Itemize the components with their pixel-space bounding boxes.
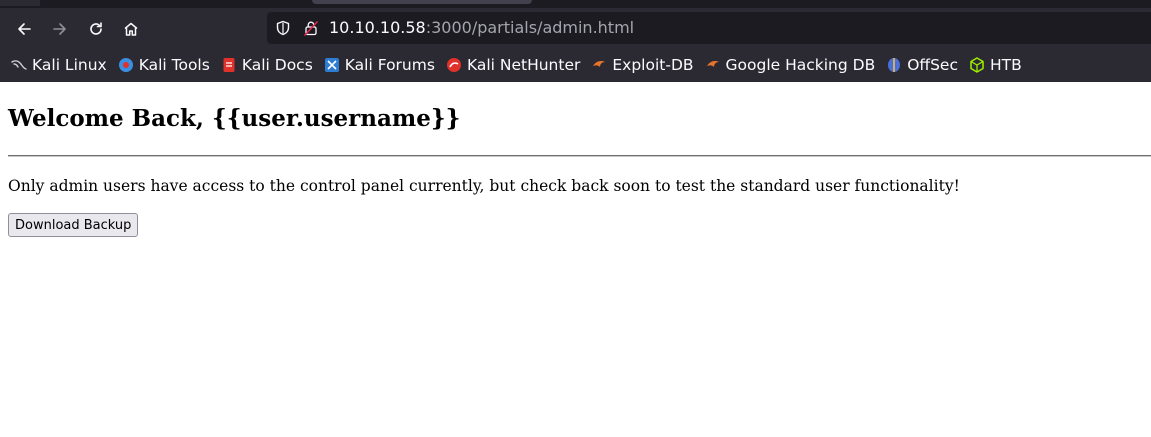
forward-button[interactable] xyxy=(45,14,75,44)
arrow-right-icon xyxy=(53,23,66,35)
exploit-db-icon xyxy=(591,57,607,73)
kali-nethunter-icon xyxy=(446,57,462,73)
insecure-lock-icon[interactable] xyxy=(302,19,320,37)
kali-tools-icon xyxy=(118,57,134,73)
url-host: 10.10.10.58 xyxy=(329,18,426,37)
url-path: :3000/partials/admin.html xyxy=(425,18,635,37)
info-message: Only admin users have access to the cont… xyxy=(8,177,960,195)
divider xyxy=(8,155,1151,157)
reload-icon xyxy=(90,22,102,35)
bookmark-label: Kali Docs xyxy=(241,56,313,74)
bookmark-label: Kali Linux xyxy=(32,56,107,74)
download-backup-button[interactable]: Download Backup xyxy=(8,213,139,237)
ghdb-icon xyxy=(705,57,721,73)
bookmark-label: Kali Forums xyxy=(344,56,435,74)
shield-icon[interactable] xyxy=(274,19,292,37)
bookmark-kali-forums[interactable]: Kali Forums xyxy=(321,52,439,78)
home-icon xyxy=(124,22,138,36)
url-text[interactable]: 10.10.10.58:3000/partials/admin.html xyxy=(329,18,634,38)
page-content: Welcome Back, {{user.username}} Only adm… xyxy=(0,82,1151,437)
bookmark-label: Google Hacking DB xyxy=(725,56,876,74)
back-button[interactable] xyxy=(9,14,39,44)
active-tab[interactable] xyxy=(312,0,532,4)
bookmark-label: Exploit-DB xyxy=(612,56,694,74)
kali-dragon-icon xyxy=(11,57,27,73)
kali-docs-icon xyxy=(221,57,237,73)
bookmark-label: HTB xyxy=(990,56,1022,74)
bookmarks-toolbar: Kali Linux Kali Tools Kali Docs Kali For… xyxy=(8,52,1030,78)
bookmark-kali-nethunter[interactable]: Kali NetHunter xyxy=(443,52,584,78)
tab-left[interactable] xyxy=(0,0,40,6)
bookmark-offsec[interactable]: OffSec xyxy=(883,52,962,78)
kali-forums-icon xyxy=(324,57,340,73)
bookmark-kali-linux[interactable]: Kali Linux xyxy=(8,52,111,78)
url-bar[interactable]: 10.10.10.58:3000/partials/admin.html xyxy=(267,12,1151,44)
arrow-left-icon xyxy=(18,23,31,35)
bookmark-kali-tools[interactable]: Kali Tools xyxy=(115,52,214,78)
page-title: Welcome Back, {{user.username}} xyxy=(8,105,461,132)
home-button[interactable] xyxy=(116,14,146,44)
bookmark-kali-docs[interactable]: Kali Docs xyxy=(218,52,317,78)
bookmark-label: Kali Tools xyxy=(138,56,210,74)
htb-icon xyxy=(969,57,985,73)
browser-chrome: 10.10.10.58:3000/partials/admin.html Kal… xyxy=(0,0,1151,82)
bookmark-htb[interactable]: HTB xyxy=(966,52,1026,78)
bookmark-label: Kali NetHunter xyxy=(466,56,581,74)
bookmark-google-hacking-db[interactable]: Google Hacking DB xyxy=(702,52,880,78)
tab-strip xyxy=(0,0,1151,8)
offsec-icon xyxy=(886,57,902,73)
bookmark-exploit-db[interactable]: Exploit-DB xyxy=(588,52,697,78)
reload-button[interactable] xyxy=(81,14,111,44)
bookmark-label: OffSec xyxy=(907,56,958,74)
